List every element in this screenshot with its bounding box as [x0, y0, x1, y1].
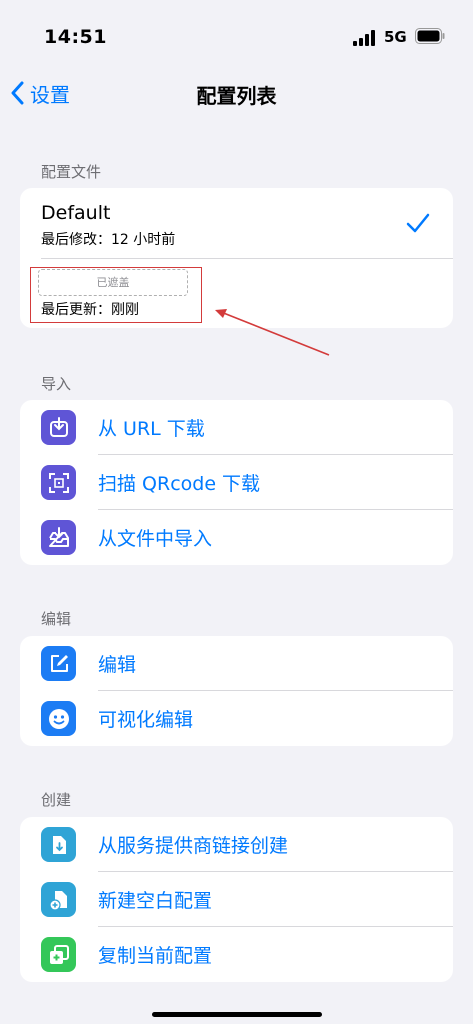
import-file-row[interactable]: 从文件中导入 — [20, 510, 453, 565]
import-card: 从 URL 下载 扫描 QRcode 下载 从文件中导入 — [20, 400, 453, 565]
status-time: 14:51 — [44, 26, 107, 48]
qrcode-scan-icon — [41, 465, 76, 500]
create-from-link-row[interactable]: 从服务提供商链接创建 — [20, 817, 453, 872]
edit-icon — [41, 646, 76, 681]
visual-edit-label: 可视化编辑 — [98, 709, 194, 731]
battery-icon — [415, 28, 445, 44]
create-from-link-label: 从服务提供商链接创建 — [98, 835, 289, 857]
checkmark-icon — [406, 213, 430, 233]
duplicate-icon — [41, 937, 76, 972]
import-url-label: 从 URL 下载 — [98, 418, 205, 440]
section-header-import: 导入 — [41, 375, 72, 393]
signal-icon — [353, 30, 375, 46]
smiley-icon — [41, 701, 76, 736]
file-add-icon — [41, 882, 76, 917]
profile-default-row[interactable]: Default 最后修改：12 小时前 — [20, 188, 453, 258]
section-header-edit: 编辑 — [41, 610, 72, 628]
import-file-label: 从文件中导入 — [98, 528, 213, 550]
annotation-arrow-icon — [215, 309, 330, 356]
duplicate-row[interactable]: 复制当前配置 — [20, 927, 453, 982]
download-icon — [41, 410, 76, 445]
edit-card: 编辑 可视化编辑 — [20, 636, 453, 746]
section-header-create: 创建 — [41, 791, 72, 809]
profile-modified: 最后修改：12 小时前 — [41, 232, 176, 248]
visual-edit-row[interactable]: 可视化编辑 — [20, 691, 453, 746]
file-download-icon — [41, 827, 76, 862]
profile-name: Default — [41, 202, 111, 224]
edit-row[interactable]: 编辑 — [20, 636, 453, 691]
page-title: 配置列表 — [196, 84, 277, 108]
edit-label: 编辑 — [98, 654, 137, 676]
create-blank-label: 新建空白配置 — [98, 890, 213, 912]
create-card: 从服务提供商链接创建 新建空白配置 复制当前配置 — [20, 817, 453, 982]
annotation-box — [30, 267, 202, 323]
import-qrcode-label: 扫描 QRcode 下载 — [98, 473, 261, 495]
create-blank-row[interactable]: 新建空白配置 — [20, 872, 453, 927]
network-type: 5G — [384, 28, 407, 46]
duplicate-label: 复制当前配置 — [98, 945, 213, 967]
section-header-profiles: 配置文件 — [41, 163, 102, 181]
import-qrcode-row[interactable]: 扫描 QRcode 下载 — [20, 455, 453, 510]
import-url-row[interactable]: 从 URL 下载 — [20, 400, 453, 455]
inbox-import-icon — [41, 520, 76, 555]
home-indicator — [152, 1012, 322, 1017]
